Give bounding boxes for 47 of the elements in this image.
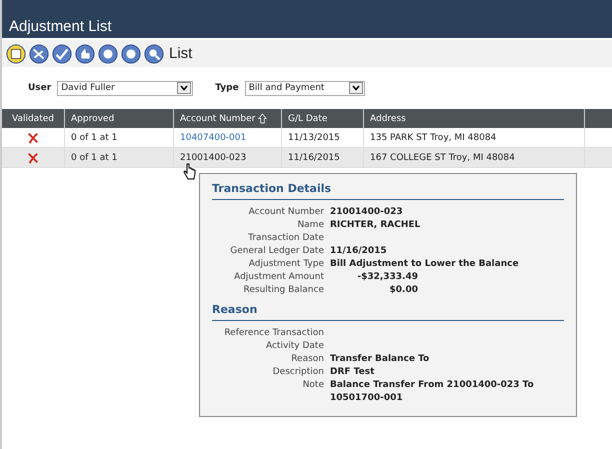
field-value: $0.00 [388,284,418,297]
field-value: Balance Transfer From 21001400-023 To 10501700-001 [330,379,535,405]
table-cell: 11/13/2015 [282,128,364,147]
field-value: Bill Adjustment to Lower the Balance [330,258,520,271]
thumbs-up-icon[interactable] [75,44,95,64]
field-label: Adjustment Amount [233,271,324,284]
field-label: Resulting Balance [242,284,324,297]
hand-cursor-icon [182,163,196,181]
field-label: Account Number [248,206,324,219]
field-label: Reason [290,353,324,366]
table-cell: 167 COLLEGE ST Troy, MI 48084 [364,148,585,167]
field-value: DRF Test [330,366,376,379]
field-label: Note [302,379,324,392]
field-label: Activity Date [264,340,324,353]
field-label: General Ledger Date [229,245,324,258]
field-value: 21001400-023 [330,206,404,219]
checkmark-icon[interactable] [52,44,72,64]
window-title: Adjustment List [9,18,112,35]
field-label: Description [272,366,324,379]
field-label: Reference Transaction [223,327,324,340]
filter-label: Type [215,83,239,93]
search-icon[interactable] [144,44,164,64]
table-cell: 135 PARK ST Troy, MI 48084 [364,128,585,147]
field-value: 11/16/2015 [330,245,388,258]
dropdown[interactable]: David Fuller [57,80,194,96]
field-label: Name [296,219,324,232]
filter-label: User [28,83,52,93]
list-icon[interactable] [6,44,26,64]
account-link[interactable]: 10407400-001 [180,132,246,142]
table-row[interactable]: 0 of 1 at 1 21001400-023 11/16/2015 167 COLLEGE ST Troy, MI 48084 [2,148,612,168]
field-value: -$32,333.49 [356,271,418,284]
account-number: 21001400-023 [180,152,246,162]
field-label: Transaction Date [247,232,324,245]
toolbar-label: List [169,45,192,62]
field-label: Adjustment Type [248,258,324,271]
section-title: Transaction Details [212,182,564,200]
table-row[interactable]: 0 of 1 at 1 10407400-001 11/13/2015 135 PARK ST Troy, MI 48084 [2,128,612,148]
table-cell: 0 of 1 at 1 [65,128,174,147]
section-title: Reason [212,303,564,321]
field-value: RICHTER, RACHEL [330,219,422,232]
table-cell: 0 of 1 at 1 [65,148,174,167]
dropdown[interactable]: Bill and Payment [244,80,365,96]
caret-icon [177,82,192,94]
caret-icon [348,82,363,94]
field-value: Transfer Balance To [330,353,430,366]
sort-arrow-icon [258,113,268,124]
table-cell: 11/16/2015 [282,148,364,167]
